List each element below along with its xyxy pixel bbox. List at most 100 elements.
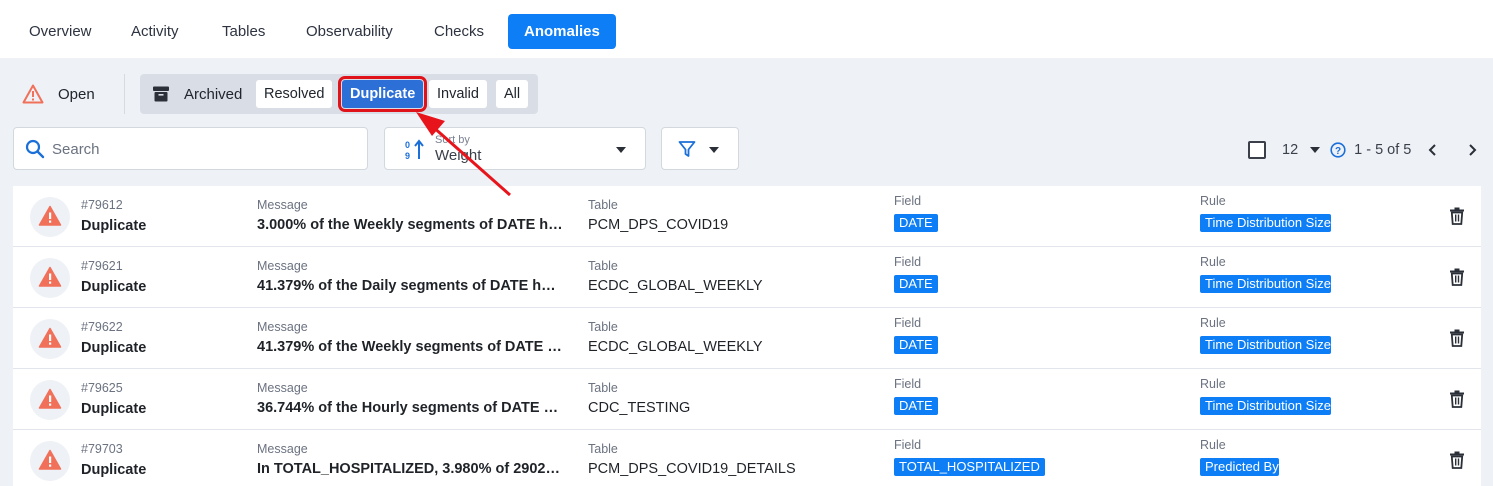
anomaly-id: #79622 — [81, 320, 123, 334]
chevron-left-icon[interactable] — [1427, 143, 1439, 157]
rule-label: Rule — [1200, 194, 1226, 208]
field-label: Field — [894, 194, 922, 208]
rule-label: Rule — [1200, 377, 1226, 391]
rule-label: Rule — [1200, 438, 1226, 452]
open-status-button[interactable]: Open — [22, 78, 95, 110]
search-icon — [25, 139, 45, 159]
field-chip: TOTAL_HOSPITALIZED — [894, 458, 1045, 476]
rule-chip: Time Distribution Size — [1200, 336, 1331, 354]
rule-chip: Predicted By — [1200, 458, 1279, 476]
message-label: Message — [257, 198, 308, 212]
warning-icon — [38, 266, 62, 287]
chevron-down-icon — [1310, 147, 1321, 153]
table-label: Table — [588, 442, 618, 456]
status-filter: Open Archived Resolved Duplicate Invalid… — [0, 72, 600, 116]
anomaly-status-icon — [30, 319, 70, 359]
anomaly-id: #79703 — [81, 442, 123, 456]
tab-observability[interactable]: Observability — [290, 14, 409, 49]
archive-icon — [153, 86, 169, 102]
filter-invalid[interactable]: Invalid — [429, 80, 487, 108]
warning-icon — [38, 388, 62, 409]
toolbar: 0 9 Sort by Weight 12 ? 1 - 5 of 5 — [0, 127, 1493, 171]
field-label: Field — [894, 377, 922, 391]
tab-activity[interactable]: Activity — [115, 14, 195, 49]
svg-text:9: 9 — [405, 151, 410, 161]
message-label: Message — [257, 320, 308, 334]
anomaly-status: Duplicate — [81, 218, 147, 234]
pagination: 12 ? 1 - 5 of 5 — [1248, 139, 1478, 161]
tab-overview[interactable]: Overview — [13, 14, 108, 49]
field-chip: DATE — [894, 214, 938, 232]
field-chip: DATE — [894, 336, 938, 354]
anomaly-table: ECDC_GLOBAL_WEEKLY — [588, 339, 763, 355]
anomaly-table: PCM_DPS_COVID19_DETAILS — [588, 461, 796, 477]
warning-icon — [22, 84, 44, 104]
search-input[interactable] — [52, 137, 352, 161]
anomaly-status: Duplicate — [81, 340, 147, 356]
filter-icon — [678, 141, 696, 157]
anomaly-row[interactable]: #79621 Duplicate Message 41.379% of the … — [13, 247, 1481, 308]
tab-checks[interactable]: Checks — [418, 14, 500, 49]
message-label: Message — [257, 381, 308, 395]
filter-duplicate[interactable]: Duplicate — [337, 76, 428, 112]
chevron-down-icon — [709, 147, 719, 153]
trash-icon[interactable] — [1449, 390, 1465, 408]
trash-icon[interactable] — [1449, 451, 1465, 469]
svg-text:0: 0 — [405, 140, 410, 150]
tab-tables[interactable]: Tables — [206, 14, 281, 49]
filter-resolved[interactable]: Resolved — [256, 80, 333, 108]
anomaly-row[interactable]: #79625 Duplicate Message 36.744% of the … — [13, 369, 1481, 430]
filter-button[interactable] — [661, 127, 739, 170]
warning-icon — [38, 327, 62, 348]
anomaly-table: ECDC_GLOBAL_WEEKLY — [588, 278, 763, 294]
chevron-down-icon — [616, 147, 626, 153]
anomaly-message: 3.000% of the Weekly segments of DATE ha… — [257, 217, 563, 233]
select-all-checkbox[interactable] — [1248, 141, 1266, 159]
rule-label: Rule — [1200, 316, 1226, 330]
anomaly-table: PCM_DPS_COVID19 — [588, 217, 729, 233]
rule-chip: Time Distribution Size — [1200, 275, 1331, 293]
filter-all[interactable]: All — [496, 80, 529, 108]
message-label: Message — [257, 442, 308, 456]
search-box — [13, 127, 368, 170]
table-label: Table — [588, 259, 618, 273]
trash-icon[interactable] — [1449, 207, 1465, 225]
divider — [124, 74, 125, 114]
anomaly-status: Duplicate — [81, 462, 147, 478]
chevron-right-icon[interactable] — [1466, 143, 1478, 157]
anomaly-message: In TOTAL_HOSPITALIZED, 3.980% of 29022 f… — [257, 461, 563, 477]
help-icon[interactable]: ? — [1330, 142, 1346, 158]
open-status-label: Open — [58, 85, 95, 103]
anomaly-row[interactable]: #79703 Duplicate Message In TOTAL_HOSPIT… — [13, 430, 1481, 486]
anomaly-table: CDC_TESTING — [588, 400, 691, 416]
page-size-value[interactable]: 12 — [1282, 142, 1298, 158]
trash-icon[interactable] — [1449, 329, 1465, 347]
table-label: Table — [588, 198, 618, 212]
field-label: Field — [894, 438, 922, 452]
archived-status-label: Archived — [184, 85, 243, 103]
rule-chip: Time Distribution Size — [1200, 214, 1331, 232]
message-label: Message — [257, 259, 308, 273]
archived-status-button[interactable]: Archived — [152, 74, 242, 114]
sort-caption: Sort by — [435, 134, 470, 146]
table-label: Table — [588, 320, 618, 334]
tab-anomalies[interactable]: Anomalies — [508, 14, 616, 49]
anomaly-status-icon — [30, 380, 70, 420]
rule-label: Rule — [1200, 255, 1226, 269]
anomaly-status: Duplicate — [81, 401, 147, 417]
field-label: Field — [894, 255, 922, 269]
page-size-dropdown[interactable] — [1298, 143, 1321, 157]
tab-bar: Overview Activity Tables Observability C… — [0, 0, 1493, 58]
anomaly-message: 41.379% of the Weekly segments of DATE h… — [257, 339, 563, 355]
sort-icon: 0 9 — [405, 139, 424, 161]
anomaly-row[interactable]: #79622 Duplicate Message 41.379% of the … — [13, 308, 1481, 369]
table-label: Table — [588, 381, 618, 395]
warning-icon — [38, 205, 62, 226]
anomaly-row[interactable]: #79612 Duplicate Message 3.000% of the W… — [13, 186, 1481, 247]
page-range: 1 - 5 of 5 — [1354, 142, 1412, 158]
anomaly-status-icon — [30, 197, 70, 237]
trash-icon[interactable] — [1449, 268, 1465, 286]
rule-chip: Time Distribution Size — [1200, 397, 1331, 415]
anomaly-list: #79612 Duplicate Message 3.000% of the W… — [13, 186, 1481, 486]
sort-select[interactable]: 0 9 Sort by Weight — [384, 127, 646, 170]
